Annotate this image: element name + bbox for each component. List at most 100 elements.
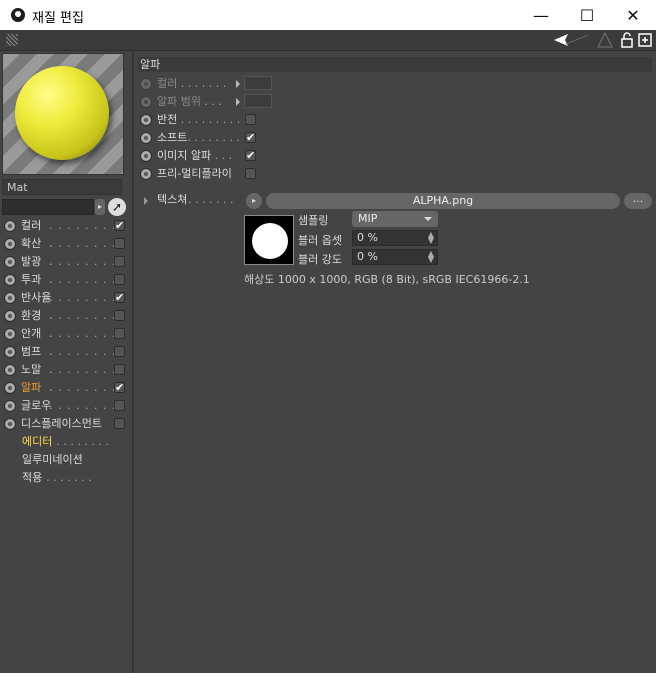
forward-arrow-icon[interactable] (596, 31, 614, 48)
sampling-value: MIP (358, 212, 378, 225)
channel-item[interactable]: 환경 . . . . . . . . . . (4, 307, 128, 340)
channel-checkbox[interactable] (114, 328, 125, 339)
channel-radio-icon[interactable] (4, 328, 16, 340)
alpha-prop-row[interactable]: 이미지 알파 . . . ✔ (140, 147, 640, 165)
channel-item[interactable]: 디스플레이스먼트 (4, 415, 128, 433)
close-button[interactable]: ✕ (610, 0, 656, 30)
channel-filter-input[interactable] (2, 199, 94, 215)
extra-item[interactable]: 적용. . . . . . . (22, 469, 92, 487)
back-arrow-icon[interactable] (554, 32, 590, 48)
material-name[interactable]: Mat (2, 179, 122, 195)
spinner-icon[interactable]: ▲ ▼ (428, 231, 434, 245)
channel-checkbox[interactable] (114, 256, 125, 267)
prop-label: 프리-멀티플라이 (157, 167, 232, 180)
texture-browse-button[interactable]: ... (624, 193, 652, 209)
maximize-button[interactable]: ☐ (564, 0, 610, 30)
window-title: 재질 편집 (32, 11, 84, 26)
prop-radio-icon[interactable] (140, 114, 152, 126)
channel-radio-icon[interactable] (4, 238, 16, 250)
blur-offset-field[interactable]: 0 % ▲ ▼ (352, 230, 438, 246)
chevron-down-icon (424, 217, 432, 221)
channel-checkbox[interactable]: ✔ (114, 292, 125, 303)
channel-radio-icon[interactable] (4, 382, 16, 394)
channel-label: 범프 (21, 345, 42, 358)
prop-checkbox[interactable] (245, 114, 256, 125)
channel-checkbox[interactable] (114, 364, 125, 375)
channel-item[interactable]: 발광 . . . . . . . . . . (4, 253, 128, 286)
channel-label: 디스플레이스먼트 (21, 417, 102, 430)
extra-dots: . . . . . . . . (56, 435, 109, 448)
blur-offset-label: 블러 옵셋 (298, 234, 342, 247)
prop-value-swatch[interactable] (244, 76, 272, 90)
texture-menu-button[interactable]: ▸ (246, 193, 262, 209)
channel-checkbox[interactable] (114, 400, 125, 411)
channel-label: 발광 (21, 255, 42, 268)
prop-checkbox[interactable]: ✔ (245, 150, 256, 161)
alpha-prop-row[interactable]: 컬러 . . . . . . . (140, 75, 640, 93)
prop-radio-icon[interactable] (140, 96, 152, 108)
channel-radio-icon[interactable] (4, 220, 16, 232)
prop-checkbox[interactable]: ✔ (245, 132, 256, 143)
minimize-button[interactable]: — (518, 0, 564, 30)
prop-radio-icon[interactable] (140, 132, 152, 144)
new-window-icon[interactable] (638, 32, 652, 48)
channel-checkbox[interactable] (114, 274, 125, 285)
sampling-dropdown[interactable]: MIP (352, 211, 438, 227)
alpha-prop-row[interactable]: 프리-멀티플라이 (140, 165, 640, 183)
prop-radio-icon[interactable] (140, 150, 152, 162)
channel-radio-icon[interactable] (4, 346, 16, 358)
extra-item[interactable]: 에디터. . . . . . . . (22, 433, 109, 451)
channel-item[interactable]: 범프 . . . . . . . . . . (4, 343, 128, 376)
grip-icon[interactable] (6, 34, 18, 46)
prop-radio-icon[interactable] (140, 78, 152, 90)
channel-checkbox[interactable] (114, 238, 125, 249)
channel-item[interactable]: 투과 . . . . . . . . . . (4, 271, 128, 304)
channel-item[interactable]: 글로우 . . . . . . . . . . (4, 397, 128, 430)
expand-arrow-icon[interactable] (236, 80, 240, 88)
alpha-prop-row[interactable]: 알파 범위 . . . (140, 93, 640, 111)
sampling-label: 샘플링 (298, 214, 329, 227)
prop-value-swatch[interactable] (244, 94, 272, 108)
channel-radio-icon[interactable] (4, 274, 16, 286)
title-bar: 재질 편집 — ☐ ✕ (0, 0, 656, 30)
channel-item[interactable]: 안개 . . . . . . . . . . (4, 325, 128, 358)
channel-radio-icon[interactable] (4, 256, 16, 268)
alpha-prop-row[interactable]: 소프트. . . . . . . . ✔ (140, 129, 640, 147)
spinner-icon[interactable]: ▲ ▼ (428, 250, 434, 264)
channel-checkbox[interactable] (114, 346, 125, 357)
texture-thumbnail (244, 215, 294, 265)
channel-radio-icon[interactable] (4, 310, 16, 322)
channel-item[interactable]: 알파 . . . . . . . . . . ✔ (4, 379, 128, 412)
material-preview[interactable] (2, 53, 124, 175)
alpha-prop-row[interactable]: 반전 . . . . . . . . . . (140, 111, 640, 129)
blur-strength-field[interactable]: 0 % ▲ ▼ (352, 249, 438, 265)
channel-checkbox[interactable] (114, 310, 125, 321)
channel-radio-icon[interactable] (4, 400, 16, 412)
channel-label: 컬러 (21, 219, 42, 232)
channel-label: 환경 (21, 309, 42, 322)
extra-item[interactable]: 일루미네이션 (22, 451, 83, 469)
extra-dots: . . . . . . . (46, 471, 92, 484)
preview-sphere (15, 66, 109, 160)
channel-radio-icon[interactable] (4, 292, 16, 304)
channel-checkbox[interactable]: ✔ (114, 220, 125, 231)
channel-checkbox[interactable]: ✔ (114, 382, 125, 393)
channel-item[interactable]: 확산 . . . . . . . . . . (4, 235, 128, 268)
prop-radio-icon[interactable] (140, 168, 152, 180)
channel-item[interactable]: 노말 . . . . . . . . . . (4, 361, 128, 394)
channel-radio-icon[interactable] (4, 418, 16, 430)
pointer-icon[interactable]: ➚ (108, 198, 126, 216)
expand-arrow-icon[interactable] (236, 98, 240, 106)
lock-icon[interactable] (620, 32, 634, 48)
channel-radio-icon[interactable] (4, 364, 16, 376)
channel-checkbox[interactable] (114, 418, 125, 429)
texture-file-button[interactable]: ALPHA.png (266, 193, 620, 209)
channel-item[interactable]: 컬러 . . . . . . . . . . ✔ (4, 217, 128, 250)
prop-label: 컬러 . . . . . . . (157, 77, 227, 90)
channel-item[interactable]: 반사율 . . . . . . . . . . ✔ (4, 289, 128, 322)
extra-label: 에디터 (22, 435, 53, 448)
prop-checkbox[interactable] (245, 168, 256, 179)
cinema4d-app-icon (11, 8, 25, 22)
extra-label: 적용 (22, 471, 43, 484)
filter-dropdown-button[interactable]: ▸ (95, 199, 105, 215)
